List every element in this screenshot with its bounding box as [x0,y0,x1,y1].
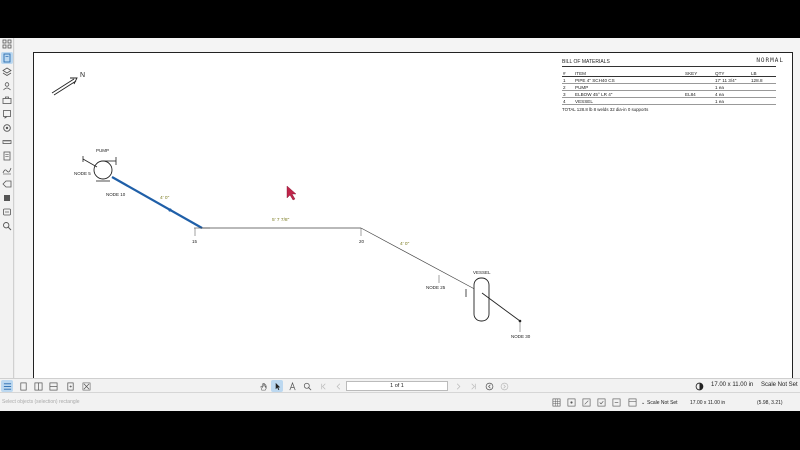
pipe-segment-selected[interactable] [111,176,203,229]
left-toolbar [0,38,14,378]
grid-icon[interactable] [551,397,562,408]
cursor-coordinates: (5.98, 3.21) [757,400,783,406]
scale-label[interactable]: Scale Not Set [761,382,798,388]
dimension-label: 5' 7 7/8" [272,217,290,223]
markup-list-icon[interactable] [1,108,13,120]
vessel-label: VESSEL [473,270,491,275]
snap-markup-icon[interactable] [596,397,607,408]
node-label: NODE 5 [74,171,91,176]
document-icon[interactable] [1,150,13,162]
split-horizontal-icon[interactable] [47,380,59,392]
north-arrow-icon [51,77,78,96]
stamp-icon[interactable] [1,192,13,204]
scale-dropdown-chevron-icon[interactable]: ⌄ [641,400,645,406]
status-page-size: 17.00 x 11.00 in [690,400,726,406]
compare-icon[interactable] [80,380,92,392]
zoom-icon[interactable] [301,380,313,392]
search-icon[interactable] [1,220,13,232]
measure-icon[interactable] [1,136,13,148]
settings-icon[interactable] [1,122,13,134]
select-arrow-icon[interactable] [271,380,283,392]
signature-icon[interactable] [1,164,13,176]
layers-icon[interactable] [1,66,13,78]
reuse-icon[interactable] [611,397,622,408]
pump-symbol[interactable] [82,156,117,182]
forward-view-icon[interactable] [498,380,510,392]
node-label: 15 [192,239,198,244]
list-view-icon[interactable] [1,380,13,392]
last-page-icon[interactable] [467,380,479,392]
back-view-icon[interactable] [483,380,495,392]
bottom-toolbar: 1 of 1 17.00 x 11.00 in Scale Not Set [0,378,800,392]
snap-grid-icon[interactable] [566,397,577,408]
pan-hand-icon[interactable] [257,380,269,392]
vessel-symbol[interactable] [465,277,490,322]
node-label: NODE 25 [426,285,446,290]
application-window: NORMAL BILL OF MATERIALS # ITEM SKEY QTY… [0,38,800,411]
previous-page-icon[interactable] [332,380,344,392]
grid-view-icon[interactable] [1,38,13,50]
next-page-icon[interactable] [452,380,464,392]
page-number-input[interactable]: 1 of 1 [346,381,448,391]
link-icon[interactable] [1,206,13,218]
sync-icon[interactable] [627,397,638,408]
page-icon[interactable] [1,52,13,64]
snap-content-icon[interactable] [581,397,592,408]
isometric-drawing: N PUMP NODE 5 NODE 10 4' 0" 15 5' 7 7/8"… [51,72,531,339]
status-message: Select objects (selection) rectangle [2,399,80,405]
users-icon[interactable] [1,80,13,92]
mouse-cursor-icon [286,185,297,201]
tag-icon[interactable] [1,178,13,190]
north-label: N [80,72,85,79]
single-page-icon[interactable] [17,380,29,392]
first-page-icon[interactable] [317,380,329,392]
node-label: NODE 10 [106,192,126,197]
status-bar: Select objects (selection) rectangle ⌄ S… [0,392,800,411]
toolbox-icon[interactable] [1,94,13,106]
split-vertical-icon[interactable] [32,380,44,392]
pipe-segment[interactable] [360,227,483,294]
node-label: 20 [359,239,365,244]
node-label: NODE 30 [511,334,531,339]
scale-dropdown[interactable]: Scale Not Set [647,400,678,406]
dimension-label: 4' 0" [400,241,410,247]
drawing-sheet[interactable]: NORMAL BILL OF MATERIALS # ITEM SKEY QTY… [33,52,793,382]
text-select-icon[interactable] [286,380,298,392]
contrast-icon[interactable] [693,380,705,392]
dimension-label: 4' 0" [160,195,170,201]
page-size-label: 17.00 x 11.00 in [711,382,754,388]
pump-label: PUMP [96,148,109,153]
export-icon[interactable] [64,380,76,392]
selection-handle[interactable] [168,208,172,212]
drawing-canvas[interactable]: NORMAL BILL OF MATERIALS # ITEM SKEY QTY… [15,38,800,382]
